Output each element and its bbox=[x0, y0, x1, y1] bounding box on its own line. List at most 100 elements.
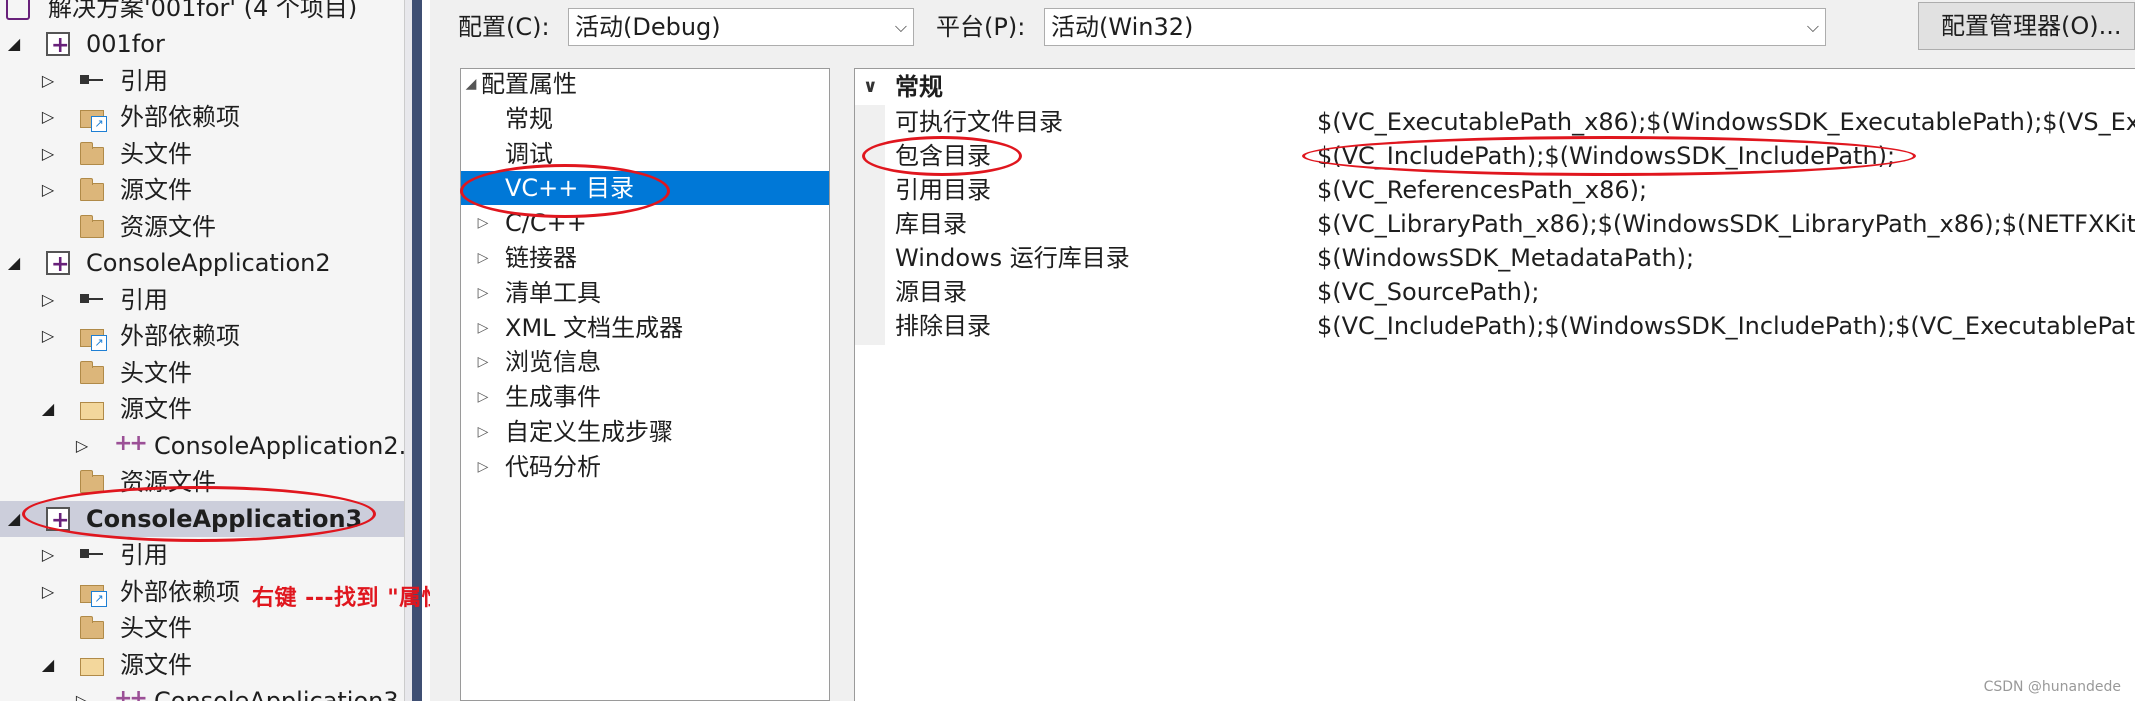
solution-node[interactable]: 解决方案'001for' (4 个项目) bbox=[0, 0, 404, 26]
tree-item[interactable]: ▷ 头文件 bbox=[0, 136, 404, 172]
collapsed-arrow-icon[interactable]: ▷ bbox=[475, 345, 491, 379]
nav-item[interactable]: ▷ 浏览信息 bbox=[461, 345, 829, 379]
tree-item[interactable]: ▷ ConsoleApplication3.cpp bbox=[0, 681, 404, 701]
tree-item-label: 引用 bbox=[120, 285, 168, 314]
collapsed-arrow-icon[interactable]: ▷ bbox=[475, 415, 491, 449]
expanded-arrow-icon[interactable]: ◢ bbox=[38, 391, 58, 427]
collapsed-arrow-icon[interactable]: ▷ bbox=[72, 428, 92, 464]
watermark: CSDN @hunandede bbox=[1983, 679, 2121, 695]
tree-item[interactable]: ◢ ConsoleApplication2 bbox=[0, 245, 404, 283]
property-row[interactable]: 可执行文件目录 $(VC_ExecutablePath_x86);$(Window… bbox=[855, 105, 2135, 139]
collapsed-arrow-icon[interactable]: ▷ bbox=[475, 450, 491, 484]
tree-item[interactable]: 头文件 bbox=[0, 610, 404, 646]
tree-item[interactable]: ▷ 外部依赖项 bbox=[0, 318, 404, 354]
tree-item-label: 外部依赖项 bbox=[120, 577, 240, 606]
property-row[interactable]: Windows 运行库目录 $(WindowsSDK_MetadataPath); bbox=[855, 241, 2135, 275]
tree-item[interactable]: ▷ 源文件 bbox=[0, 172, 404, 208]
property-value[interactable]: $(WindowsSDK_MetadataPath); bbox=[1317, 241, 1694, 275]
tree-item[interactable]: ▷ 外部依赖项 bbox=[0, 99, 404, 135]
solution-icon bbox=[6, 0, 30, 20]
tree-item[interactable]: ▷ ConsoleApplication2.cpp bbox=[0, 426, 404, 464]
property-value[interactable]: $(VC_LibraryPath_x86);$(WindowsSDK_Libra… bbox=[1317, 207, 2135, 241]
annotation-circle-include-value bbox=[1302, 136, 1916, 176]
property-value[interactable]: $(VC_SourcePath); bbox=[1317, 275, 1539, 309]
nav-item-label: 常规 bbox=[505, 104, 553, 133]
platform-combobox[interactable]: 活动(Win32) ⌵ bbox=[1044, 8, 1826, 46]
tree-item-label: 源文件 bbox=[120, 176, 192, 204]
nav-item[interactable]: ▷ 清单工具 bbox=[461, 276, 829, 310]
tree-item[interactable]: ▷ 引用 bbox=[0, 537, 404, 573]
folder-icon bbox=[80, 141, 104, 165]
property-value[interactable]: $(VC_ReferencesPath_x86); bbox=[1317, 173, 1647, 207]
collapsed-arrow-icon[interactable]: ▷ bbox=[38, 574, 58, 610]
nav-item[interactable]: ▷ 代码分析 bbox=[461, 450, 829, 484]
property-name: 引用目录 bbox=[895, 176, 991, 204]
tree-item[interactable]: ◢ 源文件 bbox=[0, 391, 404, 427]
tree-item[interactable]: ▷ 引用 bbox=[0, 63, 404, 99]
property-row[interactable]: 源目录 $(VC_SourcePath); bbox=[855, 275, 2135, 309]
tree-item-label: ConsoleApplication2 bbox=[86, 249, 331, 277]
expanded-arrow-icon[interactable]: ◢ bbox=[463, 67, 479, 101]
chevron-down-icon: ⌵ bbox=[894, 17, 907, 36]
tree-item[interactable]: ◢ 001for bbox=[0, 26, 404, 64]
tree-item-label: 引用 bbox=[120, 66, 168, 95]
nav-item[interactable]: ▷ XML 文档生成器 bbox=[461, 311, 829, 345]
nav-item[interactable]: ◢ 配置属性 bbox=[461, 67, 829, 101]
nav-item[interactable]: 调试 bbox=[461, 137, 829, 171]
nav-item-label: 浏览信息 bbox=[505, 348, 601, 377]
external-deps-icon bbox=[80, 110, 107, 132]
collapsed-arrow-icon[interactable]: ▷ bbox=[38, 99, 58, 135]
property-row[interactable]: 库目录 $(VC_LibraryPath_x86);$(WindowsSDK_Li… bbox=[855, 207, 2135, 241]
expanded-arrow-icon[interactable]: ◢ bbox=[4, 501, 24, 537]
folder-icon bbox=[80, 214, 104, 238]
nav-item-label: 配置属性 bbox=[481, 70, 577, 98]
category-header[interactable]: ∨ 常规 bbox=[855, 69, 2135, 105]
folder-icon bbox=[80, 616, 104, 639]
collapsed-arrow-icon[interactable]: ▷ bbox=[475, 241, 491, 275]
collapsed-arrow-icon[interactable]: ▷ bbox=[38, 282, 58, 318]
config-manager-button[interactable]: 配置管理器(O)... bbox=[1918, 2, 2135, 50]
tree-item[interactable]: 头文件 bbox=[0, 355, 404, 391]
tree-item[interactable]: ▷ 引用 bbox=[0, 282, 404, 318]
collapsed-arrow-icon[interactable]: ▷ bbox=[38, 136, 58, 172]
property-row[interactable]: 排除目录 $(VC_IncludePath);$(WindowsSDK_Inclu… bbox=[855, 309, 2135, 343]
external-deps-icon bbox=[80, 584, 107, 607]
collapsed-arrow-icon[interactable]: ▷ bbox=[38, 172, 58, 208]
collapsed-arrow-icon[interactable]: ▷ bbox=[38, 63, 58, 99]
config-combobox[interactable]: 活动(Debug) ⌵ bbox=[568, 8, 914, 46]
property-name: 源目录 bbox=[895, 278, 967, 306]
tree-item-label: 001for bbox=[86, 30, 165, 58]
category-label: 常规 bbox=[895, 73, 943, 101]
tree-item[interactable]: ◢ 源文件 bbox=[0, 647, 404, 683]
nav-item[interactable]: ▷ 链接器 bbox=[461, 241, 829, 275]
collapsed-arrow-icon[interactable]: ▷ bbox=[475, 276, 491, 310]
tree-item-label: ConsoleApplication2.cpp bbox=[154, 431, 404, 460]
tree-item-label: 源文件 bbox=[120, 395, 192, 423]
nav-item[interactable]: ▷ 自定义生成步骤 bbox=[461, 415, 829, 449]
collapsed-arrow-icon[interactable]: ▷ bbox=[38, 318, 58, 354]
property-row[interactable]: 引用目录 $(VC_ReferencesPath_x86); bbox=[855, 173, 2135, 207]
expanded-arrow-icon[interactable]: ◢ bbox=[4, 245, 24, 281]
annotation-circle-include-dirs bbox=[862, 136, 1022, 176]
tree-item-label: 头文件 bbox=[120, 614, 192, 642]
collapsed-arrow-icon[interactable]: ▷ bbox=[475, 311, 491, 345]
collapsed-arrow-icon[interactable]: ▷ bbox=[38, 537, 58, 573]
expanded-arrow-icon[interactable]: ◢ bbox=[4, 26, 24, 62]
tree-item-label: 外部依赖项 bbox=[120, 103, 240, 131]
reference-icon bbox=[80, 69, 104, 93]
platform-value: 活动(Win32) bbox=[1051, 13, 1194, 41]
folder-open-icon bbox=[80, 657, 104, 676]
property-value[interactable]: $(VC_ExecutablePath_x86);$(WindowsSDK_Ex… bbox=[1317, 105, 2135, 139]
expanded-arrow-icon[interactable]: ◢ bbox=[38, 647, 58, 683]
chevron-down-icon: ∨ bbox=[863, 76, 878, 97]
tree-item[interactable]: 资源文件 bbox=[0, 209, 404, 245]
project-icon bbox=[46, 247, 70, 283]
collapsed-arrow-icon[interactable]: ▷ bbox=[475, 206, 491, 240]
nav-item-label: XML 文档生成器 bbox=[505, 313, 684, 342]
property-pages-dialog: 配置(C): 活动(Debug) ⌵ 平台(P): 活动(Win32) ⌵ 配置… bbox=[430, 0, 2135, 701]
collapsed-arrow-icon[interactable]: ▷ bbox=[475, 380, 491, 414]
collapsed-arrow-icon[interactable]: ▷ bbox=[72, 683, 92, 701]
nav-item[interactable]: ▷ 生成事件 bbox=[461, 380, 829, 414]
property-value[interactable]: $(VC_IncludePath);$(WindowsSDK_IncludePa… bbox=[1317, 309, 2135, 343]
nav-item[interactable]: 常规 bbox=[461, 102, 829, 136]
